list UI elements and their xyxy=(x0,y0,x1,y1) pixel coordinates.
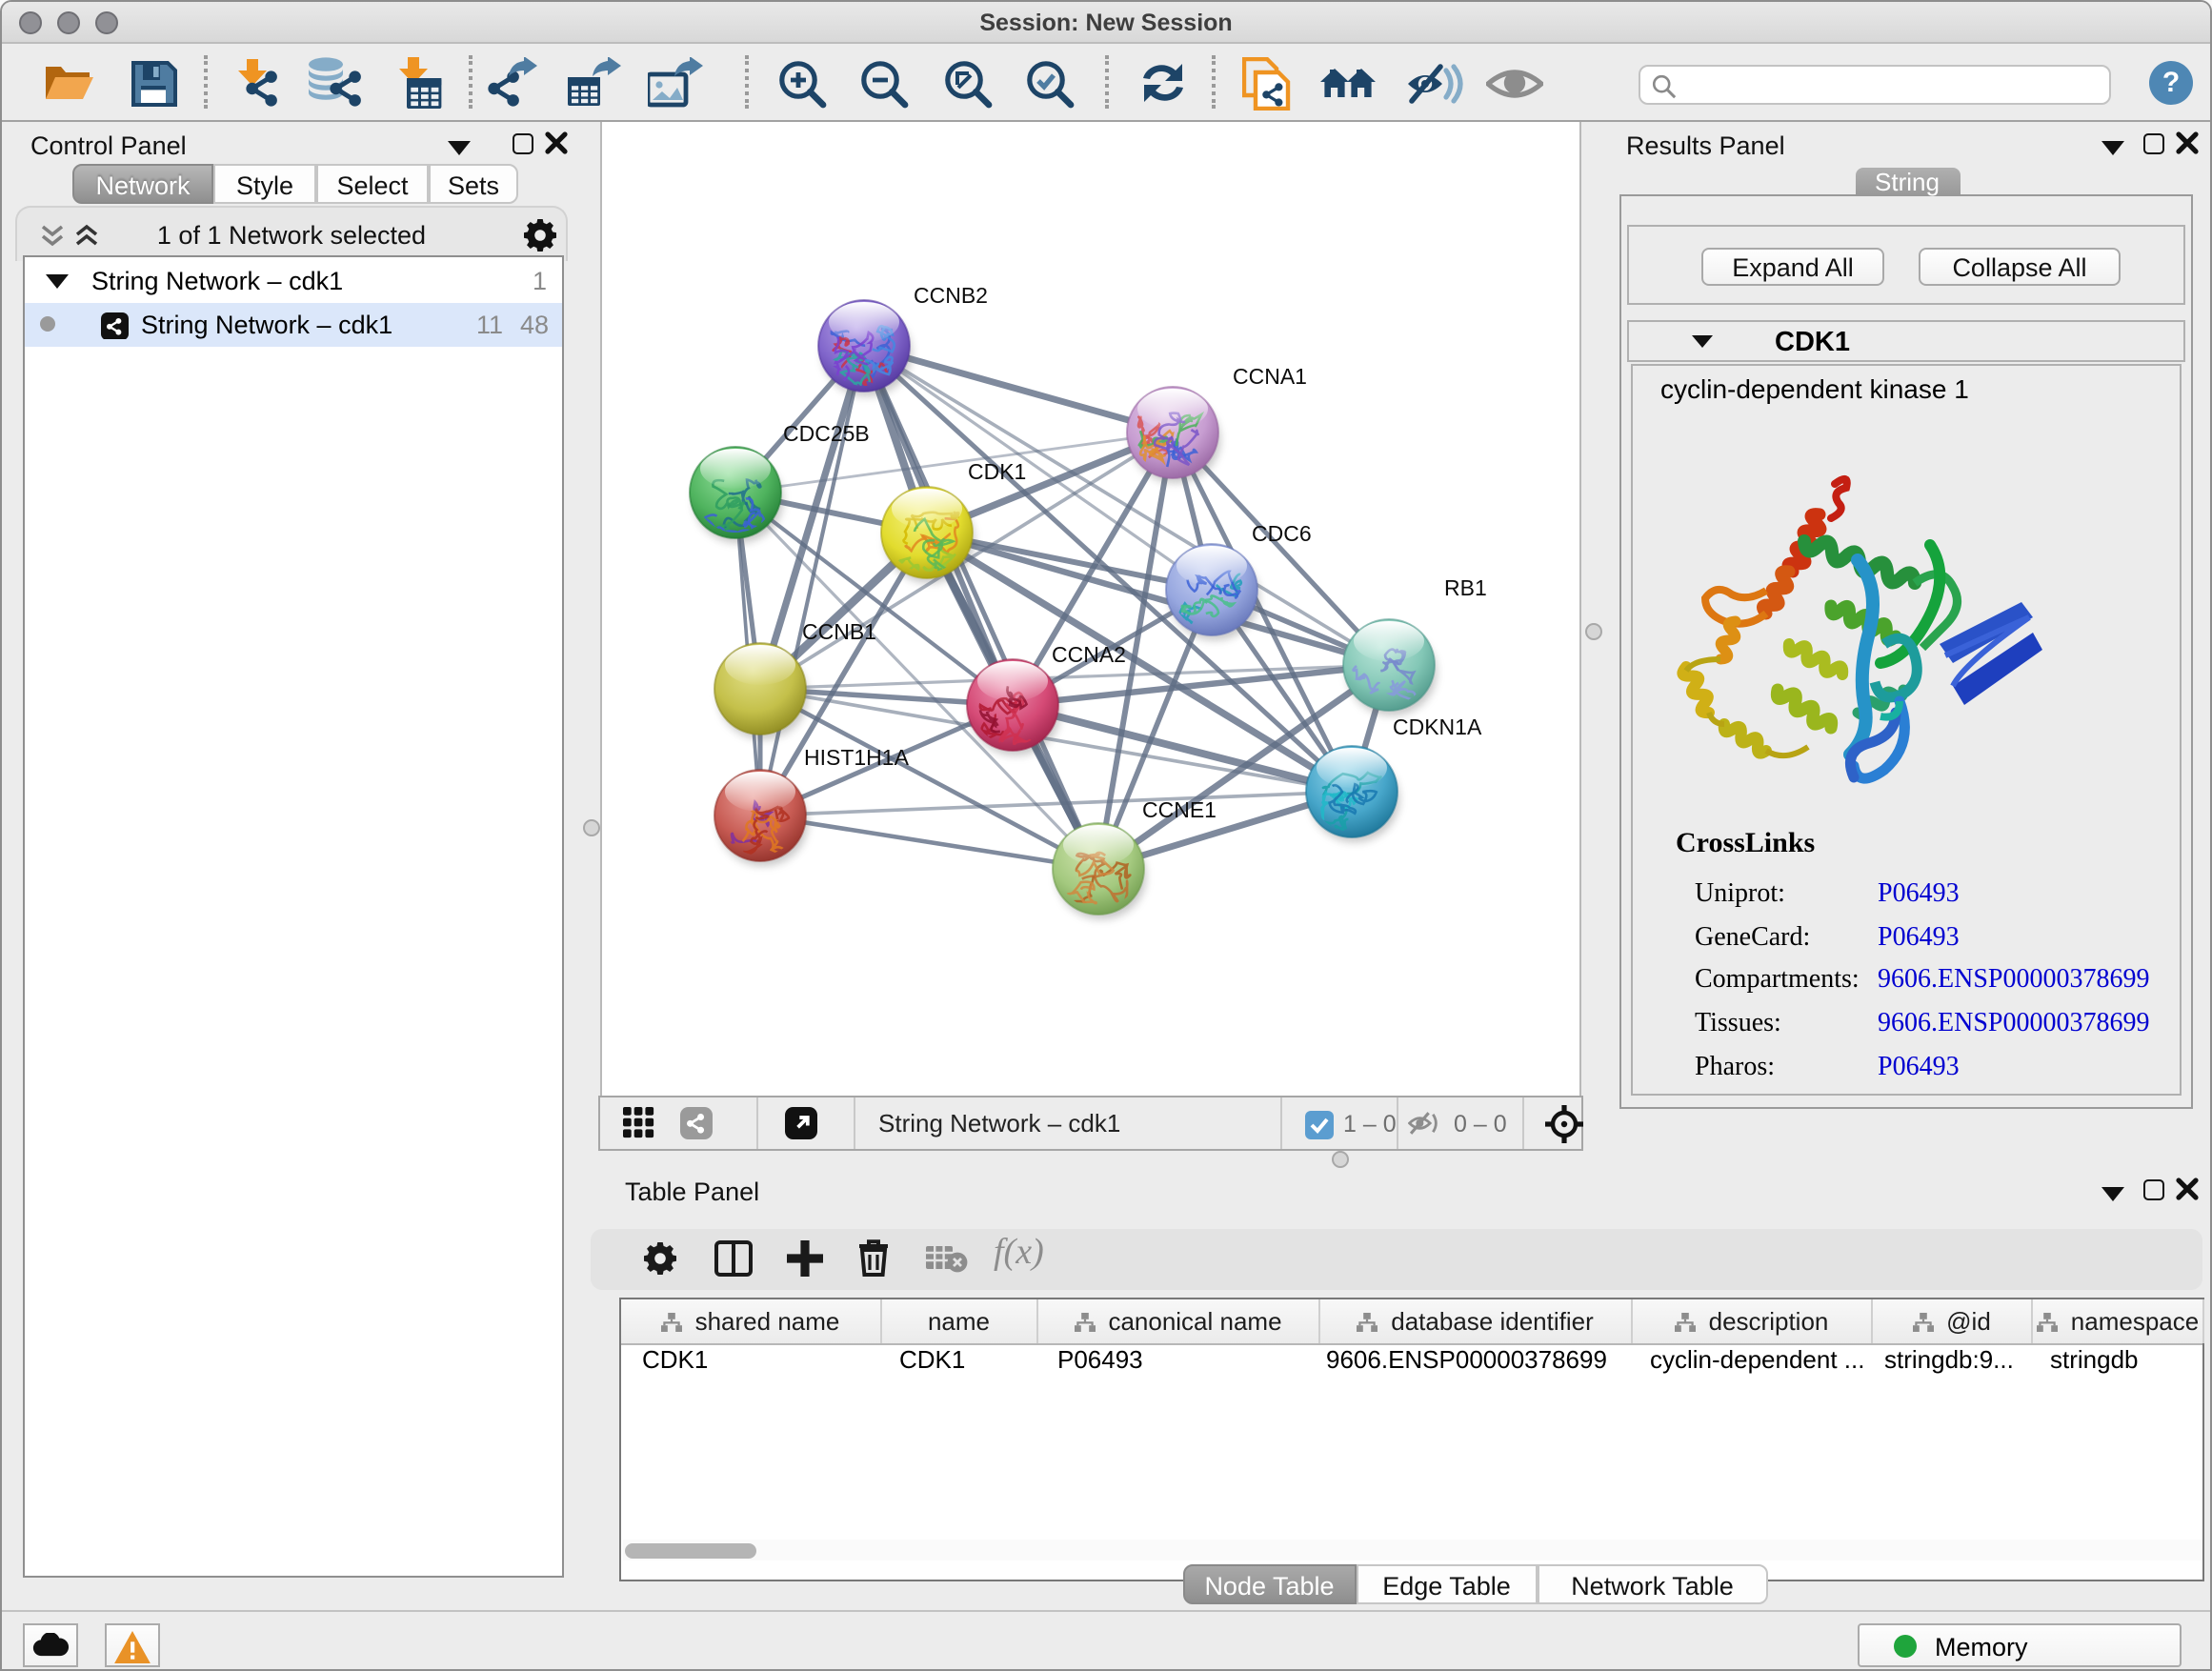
svg-text:HIST1H1A: HIST1H1A xyxy=(804,744,910,769)
svg-text:CCNA1: CCNA1 xyxy=(1233,363,1307,388)
svg-text:CCNB1: CCNB1 xyxy=(802,618,876,643)
svg-text:RB1: RB1 xyxy=(1444,574,1487,599)
svg-text:CCNE1: CCNE1 xyxy=(1142,796,1217,821)
svg-text:CCNA2: CCNA2 xyxy=(1052,641,1126,666)
svg-text:CCNB2: CCNB2 xyxy=(914,282,988,307)
svg-text:CDC6: CDC6 xyxy=(1252,520,1312,545)
svg-text:CDKN1A: CDKN1A xyxy=(1393,714,1482,738)
svg-text:CDC25B: CDC25B xyxy=(783,420,870,445)
svg-text:CDK1: CDK1 xyxy=(968,458,1026,483)
